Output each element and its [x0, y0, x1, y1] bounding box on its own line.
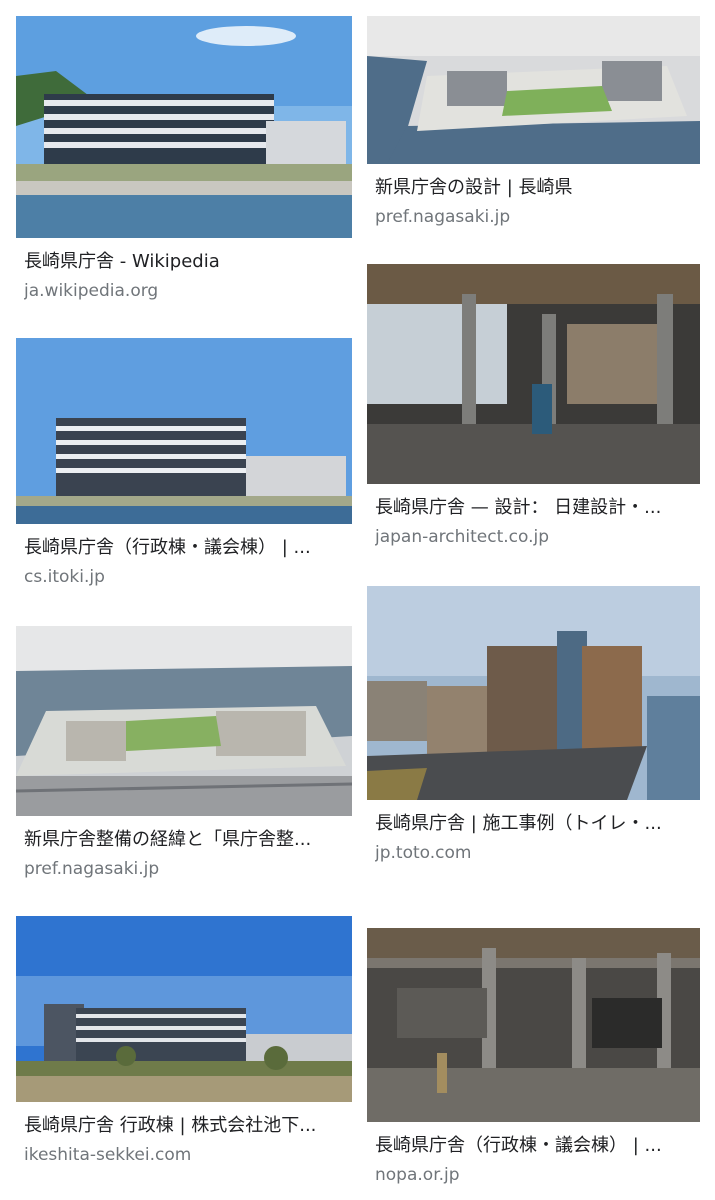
result-domain: ja.wikipedia.org — [24, 281, 159, 301]
image-result-2[interactable]: 新県庁舎の設計 | 長崎県 pref.nagasaki.jp — [367, 16, 700, 236]
result-thumbnail[interactable] — [367, 586, 700, 800]
result-thumbnail[interactable] — [16, 338, 352, 524]
result-title[interactable]: 長崎県庁舎 - Wikipedia — [24, 250, 352, 274]
result-domain: japan-architect.co.jp — [375, 527, 550, 547]
result-thumbnail[interactable] — [367, 264, 700, 484]
result-title[interactable]: 新県庁舎の設計 | 長崎県 — [375, 176, 700, 200]
result-title[interactable]: 新県庁舎整備の経緯と「県庁舎整... — [24, 828, 352, 852]
result-domain: cs.itoki.jp — [24, 567, 105, 587]
image-result-1[interactable]: 長崎県庁舎 - Wikipedia ja.wikipedia.org — [16, 16, 352, 306]
result-domain: nopa.or.jp — [375, 1165, 460, 1185]
result-title[interactable]: 長崎県庁舎 行政棟 | 株式会社池下... — [24, 1114, 352, 1138]
image-result-7[interactable]: 長崎県庁舎 行政棟 | 株式会社池下... ikeshita-sekkei.co… — [16, 916, 352, 1176]
result-domain: pref.nagasaki.jp — [375, 207, 511, 227]
image-result-3[interactable]: 長崎県庁舎 — 設計： 日建設計・... japan-architect.co.… — [367, 264, 700, 554]
result-thumbnail[interactable] — [16, 916, 352, 1102]
image-result-6[interactable]: 長崎県庁舎 | 施工事例（トイレ・... jp.toto.com — [367, 586, 700, 876]
image-result-4[interactable]: 長崎県庁舎（行政棟・議会棟） | ... cs.itoki.jp — [16, 338, 352, 594]
result-title[interactable]: 長崎県庁舎 | 施工事例（トイレ・... — [375, 812, 700, 836]
result-thumbnail[interactable] — [367, 16, 700, 164]
result-title[interactable]: 長崎県庁舎 — 設計： 日建設計・... — [375, 496, 700, 520]
result-domain: pref.nagasaki.jp — [24, 859, 160, 879]
result-domain: ikeshita-sekkei.com — [24, 1145, 192, 1165]
result-title[interactable]: 長崎県庁舎（行政棟・議会棟） | ... — [24, 536, 352, 560]
result-thumbnail[interactable] — [367, 928, 700, 1122]
result-thumbnail[interactable] — [16, 626, 352, 816]
result-domain: jp.toto.com — [375, 843, 472, 863]
image-result-5[interactable]: 新県庁舎整備の経緯と「県庁舎整... pref.nagasaki.jp — [16, 626, 352, 886]
image-result-8[interactable]: 長崎県庁舎（行政棟・議会棟） | ... nopa.or.jp — [367, 928, 700, 1198]
result-title[interactable]: 長崎県庁舎（行政棟・議会棟） | ... — [375, 1134, 700, 1158]
result-thumbnail[interactable] — [16, 16, 352, 238]
